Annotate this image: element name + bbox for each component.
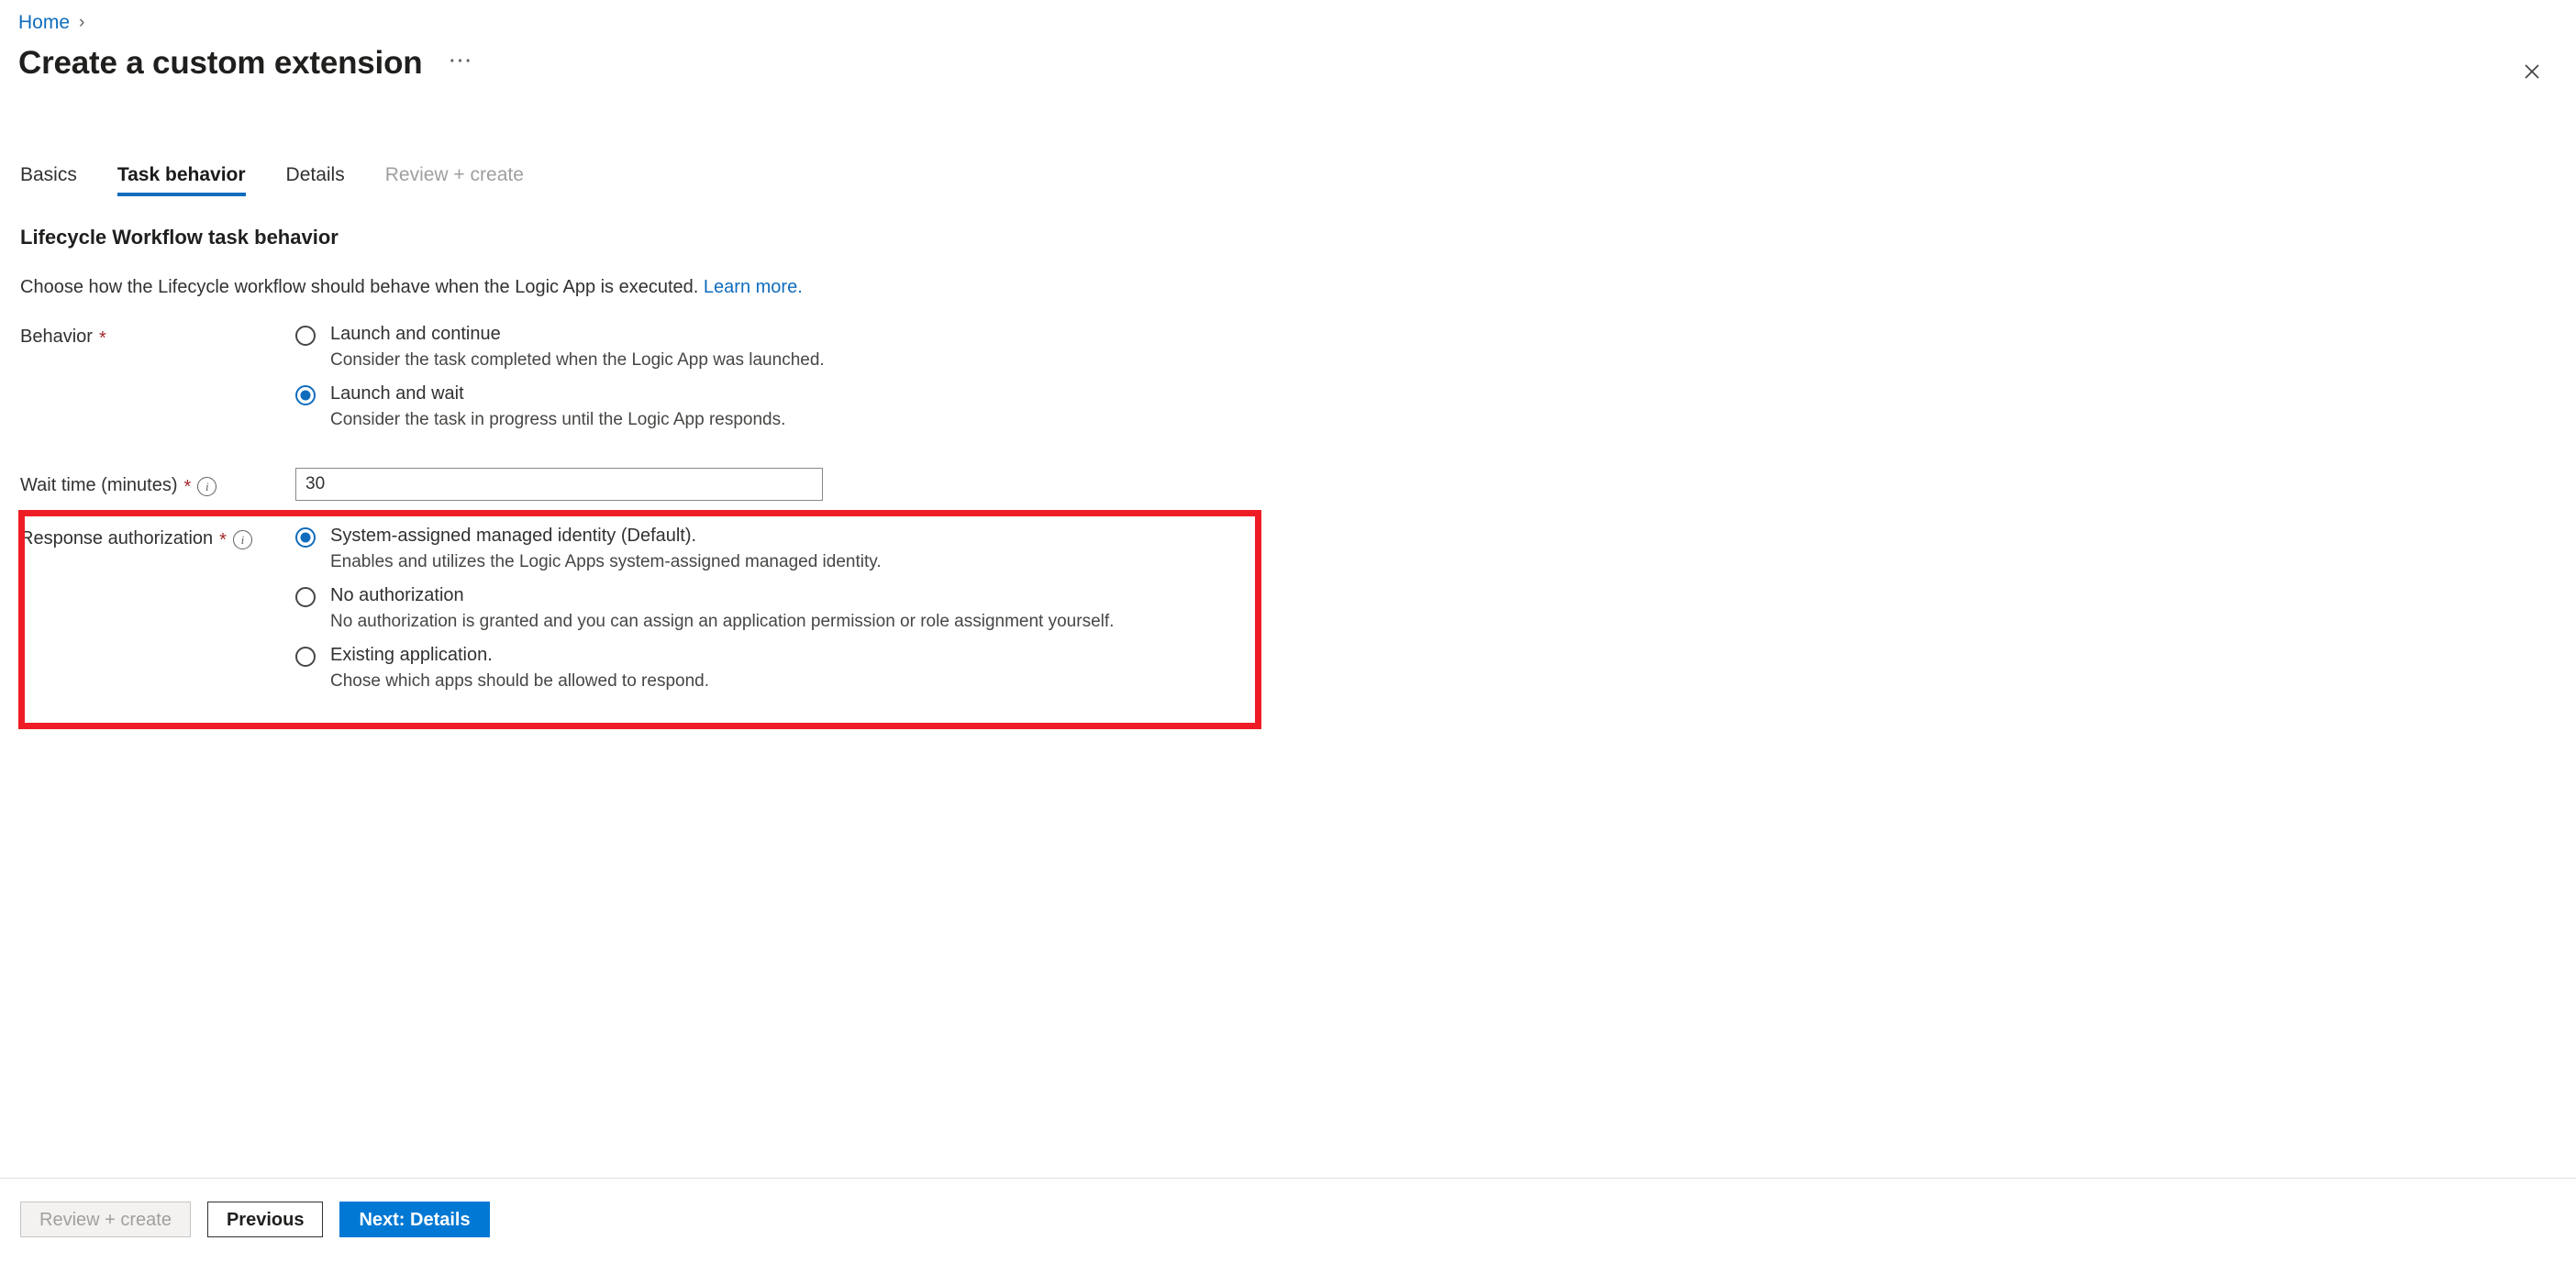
radio-button-icon [295, 647, 316, 667]
response-authorization-label-text: Response authorization [20, 528, 214, 548]
footer-action-bar: Review + create Previous Next: Details [20, 1202, 490, 1237]
close-button[interactable] [2514, 53, 2550, 90]
radio-existing-application-title: Existing application. [330, 645, 493, 665]
section-description: Choose how the Lifecycle workflow should… [20, 275, 803, 299]
radio-no-authorization[interactable]: No authorization No authorization is gra… [295, 584, 1114, 633]
radio-launch-and-wait-title: Launch and wait [330, 383, 464, 404]
close-icon [2525, 64, 2539, 79]
response-authorization-field-row: Response authorization * i System-assign… [20, 525, 1114, 692]
next-details-button[interactable]: Next: Details [339, 1202, 490, 1237]
radio-button-icon [295, 326, 316, 346]
breadcrumb-link-home[interactable]: Home [18, 11, 70, 35]
tab-details[interactable]: Details [286, 163, 365, 198]
radio-existing-application[interactable]: Existing application. Chose which apps s… [295, 644, 1114, 692]
radio-system-assigned-managed-identity-description: Enables and utilizes the Logic Apps syst… [330, 552, 882, 571]
wait-time-field-row: Wait time (minutes) * i [20, 468, 823, 501]
tab-bar: Basics Task behavior Details Review + cr… [20, 163, 564, 198]
radio-button-icon [295, 587, 316, 607]
info-icon[interactable]: i [232, 529, 252, 549]
radio-launch-and-continue[interactable]: Launch and continue Consider the task co… [295, 323, 825, 371]
review-create-button: Review + create [20, 1202, 191, 1237]
radio-launch-and-continue-title: Launch and continue [330, 324, 501, 344]
section-heading: Lifecycle Workflow task behavior [20, 226, 339, 249]
response-authorization-radio-group: System-assigned managed identity (Defaul… [295, 525, 1114, 692]
wait-time-label: Wait time (minutes) * i [20, 471, 295, 497]
learn-more-link[interactable]: Learn more. [704, 277, 803, 297]
tab-basics[interactable]: Basics [20, 163, 97, 198]
response-authorization-required-marker: * [219, 530, 227, 550]
radio-no-authorization-description: No authorization is granted and you can … [330, 612, 1115, 631]
previous-button[interactable]: Previous [206, 1202, 324, 1237]
behavior-radio-group: Launch and continue Consider the task co… [295, 323, 825, 431]
radio-button-selected-icon [295, 527, 316, 548]
wait-time-label-text: Wait time (minutes) [20, 475, 178, 495]
radio-system-assigned-managed-identity[interactable]: System-assigned managed identity (Defaul… [295, 525, 1114, 573]
breadcrumb: Home › [18, 11, 84, 35]
radio-launch-and-wait[interactable]: Launch and wait Consider the task in pro… [295, 382, 825, 431]
radio-launch-and-wait-description: Consider the task in progress until the … [330, 410, 786, 429]
wait-time-required-marker: * [183, 477, 192, 497]
behavior-label: Behavior * [20, 323, 295, 349]
radio-existing-application-description: Chose which apps should be allowed to re… [330, 671, 709, 691]
wait-time-input[interactable] [295, 468, 823, 501]
breadcrumb-separator-icon: › [79, 13, 85, 32]
radio-system-assigned-managed-identity-title: System-assigned managed identity (Defaul… [330, 526, 697, 546]
info-icon[interactable]: i [197, 476, 217, 496]
section-description-text: Choose how the Lifecycle workflow should… [20, 277, 699, 297]
footer-divider [0, 1178, 2576, 1179]
radio-button-selected-icon [295, 385, 316, 405]
response-authorization-label: Response authorization * i [20, 525, 295, 550]
more-options-icon[interactable]: ⋯ [442, 47, 479, 80]
behavior-label-text: Behavior [20, 327, 93, 347]
behavior-required-marker: * [98, 328, 106, 349]
tab-review-create: Review + create [384, 164, 524, 185]
tab-task-behavior[interactable]: Task behavior [117, 163, 266, 198]
radio-no-authorization-title: No authorization [330, 585, 464, 605]
title-row: Create a custom extension ⋯ [18, 43, 479, 83]
page-title: Create a custom extension [18, 45, 423, 81]
behavior-field-row: Behavior * Launch and continue Consider … [20, 323, 825, 431]
radio-launch-and-continue-description: Consider the task completed when the Log… [330, 350, 825, 370]
